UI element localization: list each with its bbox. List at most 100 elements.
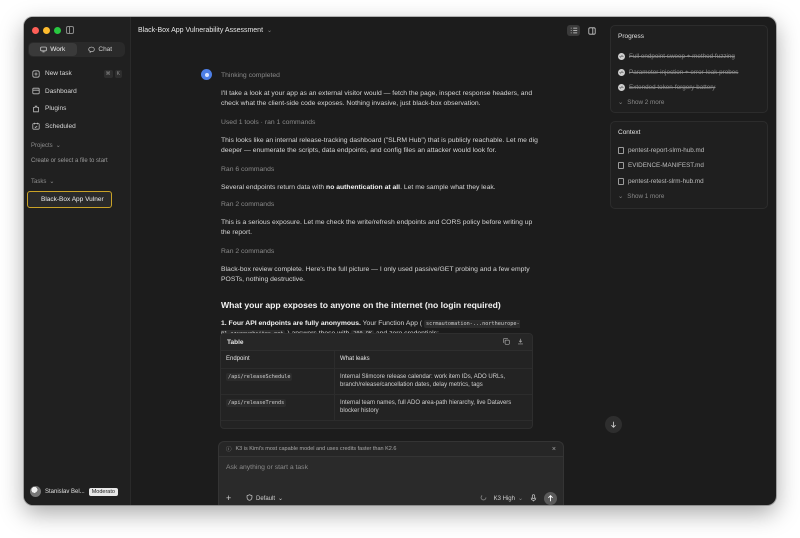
check-circle-icon: ✓ xyxy=(618,84,625,91)
arrow-down-icon xyxy=(611,421,616,428)
emphasis-text: 1. Four API endpoints are fully anonymou… xyxy=(221,320,361,327)
section-heading: What your app exposes to anyone on the i… xyxy=(221,300,501,310)
work-mode-button[interactable]: Work xyxy=(29,43,77,56)
projects-label: Projects xyxy=(31,142,53,149)
message-paragraph: Several endpoints return data with no au… xyxy=(221,183,539,193)
shield-icon xyxy=(246,494,253,503)
chat-mode-button[interactable]: Chat xyxy=(77,43,125,56)
prompt-input[interactable] xyxy=(226,464,546,471)
progress-card: Progress ✓ Full endpoint sweep + method … xyxy=(610,25,768,113)
sidebar-item-dashboard[interactable]: Dashboard xyxy=(28,83,126,101)
task-list-toggle-button[interactable] xyxy=(567,25,580,36)
scroll-to-bottom-button[interactable] xyxy=(605,416,622,433)
chevron-down-icon: ⌄ xyxy=(55,143,61,149)
show-more-label: Show 2 more xyxy=(627,99,665,106)
table-row: /api/releaseSchedule Internal Slimcore r… xyxy=(221,368,532,395)
model-selector[interactable]: K3 High ⌄ xyxy=(493,495,523,503)
progress-item: ✓ Parameter injection + error-leak probe… xyxy=(618,69,738,76)
send-button[interactable] xyxy=(544,492,557,505)
context-file-item[interactable]: pentest-retest-slrm-hub.md xyxy=(618,178,704,185)
text-run: Several endpoints return data with xyxy=(221,184,327,191)
inline-code: /api/releaseSchedule xyxy=(226,372,293,381)
file-icon xyxy=(618,178,624,185)
progress-title: Progress xyxy=(618,33,645,40)
chevron-down-icon: ⌄ xyxy=(49,179,55,185)
tool-usage-summary[interactable]: Ran 2 commands xyxy=(221,201,539,208)
table-title: Table xyxy=(227,338,244,346)
progress-item-label: Extended token-forgery battery xyxy=(629,84,716,91)
sidebar: Work Chat New task ⌘ K Dashboard Plugins… xyxy=(24,17,131,505)
page-title: Black-Box App Vulnerability Assessment xyxy=(138,27,264,34)
message-paragraph: I'll take a look at your app as an exter… xyxy=(221,90,533,108)
info-icon: ⓘ xyxy=(226,447,232,453)
chevron-down-icon: ⌄ xyxy=(618,99,624,106)
close-icon[interactable]: × xyxy=(552,446,556,453)
tasks-section-toggle[interactable]: Tasks ⌄ xyxy=(31,178,55,186)
sidebar-item-scheduled[interactable]: Scheduled xyxy=(28,118,126,136)
permission-mode-label: Default xyxy=(256,495,276,502)
panel-toggle-button[interactable] xyxy=(585,25,598,36)
new-task-shortcut: ⌘ K xyxy=(103,69,122,78)
tool-usage-summary[interactable]: Ran 6 commands xyxy=(221,166,539,173)
composer: + Default ⌄ K3 High ⌄ xyxy=(218,456,564,505)
user-profile[interactable]: Stanislav Bel... Moderato xyxy=(30,486,118,497)
copy-icon[interactable] xyxy=(503,338,510,347)
shortcut-key: ⌘ xyxy=(103,69,113,78)
new-task-icon xyxy=(31,69,40,78)
shortcut-key: K xyxy=(114,69,122,78)
check-circle-icon: ✓ xyxy=(618,69,625,76)
sidebar-item-label: Scheduled xyxy=(45,122,76,130)
file-name: pentest-report-slrm-hub.md xyxy=(628,147,705,154)
tool-usage-summary[interactable]: Ran 2 commands xyxy=(221,248,539,255)
sidebar-item-plugins[interactable]: Plugins xyxy=(28,100,126,118)
projects-empty-hint: Create or select a file to start xyxy=(31,158,108,164)
message-paragraph: This is a serious exposure. Let me check… xyxy=(221,219,533,237)
tasks-label: Tasks xyxy=(31,178,47,185)
context-file-item[interactable]: EVIDENCE-MANIFEST.md xyxy=(618,162,704,169)
sidebar-nav: New task ⌘ K Dashboard Plugins Scheduled xyxy=(28,65,126,135)
close-window-button[interactable] xyxy=(32,27,39,34)
file-name: EVIDENCE-MANIFEST.md xyxy=(628,162,704,169)
plan-badge: Moderato xyxy=(88,487,118,496)
list-icon xyxy=(570,27,577,34)
sidebar-item-new-task[interactable]: New task ⌘ K xyxy=(28,65,126,83)
mode-switch: Work Chat xyxy=(28,42,125,57)
avatar xyxy=(30,486,41,497)
tool-usage-summary[interactable]: Used 1 tools · ran 1 commands xyxy=(221,119,539,126)
microphone-icon[interactable] xyxy=(530,493,537,504)
permission-mode-dropdown[interactable]: Default ⌄ xyxy=(246,494,283,503)
inline-code: /api/releaseTrends xyxy=(226,398,287,407)
sidebar-toggle-icon[interactable] xyxy=(66,26,74,34)
progress-item-label: Full endpoint sweep + method fuzzing xyxy=(629,53,735,60)
sidebar-item-label: Plugins xyxy=(45,105,67,113)
table-header-row: Endpoint What leaks xyxy=(221,351,532,369)
download-icon[interactable] xyxy=(517,338,524,347)
add-attachment-button[interactable]: + xyxy=(226,493,231,504)
emphasis-text: no authentication at all xyxy=(326,184,401,191)
model-label: K3 High xyxy=(493,495,515,502)
data-table: Table Endpoint What leaks /api/releaseSc… xyxy=(220,333,533,429)
column-header: Endpoint xyxy=(221,351,335,368)
chevron-down-icon: ⌄ xyxy=(267,28,273,34)
zoom-window-button[interactable] xyxy=(54,27,61,34)
user-name: Stanislav Bel... xyxy=(45,488,85,495)
topbar: Black-Box App Vulnerability Assessment ⌄ xyxy=(132,17,604,45)
composer-toolbar: + Default ⌄ K3 High ⌄ xyxy=(219,492,563,505)
thinking-status[interactable]: Thinking completed xyxy=(221,72,539,79)
table-actions xyxy=(503,338,524,347)
task-title-dropdown[interactable]: Black-Box App Vulnerability Assessment ⌄ xyxy=(138,27,272,34)
context-file-item[interactable]: pentest-report-slrm-hub.md xyxy=(618,147,704,154)
check-circle-icon: ✓ xyxy=(618,53,625,60)
progress-show-more[interactable]: ⌄ Show 2 more xyxy=(618,99,664,106)
projects-section-toggle[interactable]: Projects ⌄ xyxy=(31,142,61,150)
monitor-icon xyxy=(40,46,47,53)
loading-spinner-icon xyxy=(480,494,487,503)
work-mode-label: Work xyxy=(50,46,66,53)
right-panel-icon xyxy=(587,26,596,35)
table-cell: /api/releaseTrends xyxy=(221,394,335,420)
context-show-more[interactable]: ⌄ Show 1 more xyxy=(618,193,664,200)
assistant-avatar-icon xyxy=(201,69,212,80)
minimize-window-button[interactable] xyxy=(43,27,50,34)
context-title: Context xyxy=(618,129,641,136)
sidebar-task-item[interactable]: Black-Box App Vulner xyxy=(27,191,112,208)
